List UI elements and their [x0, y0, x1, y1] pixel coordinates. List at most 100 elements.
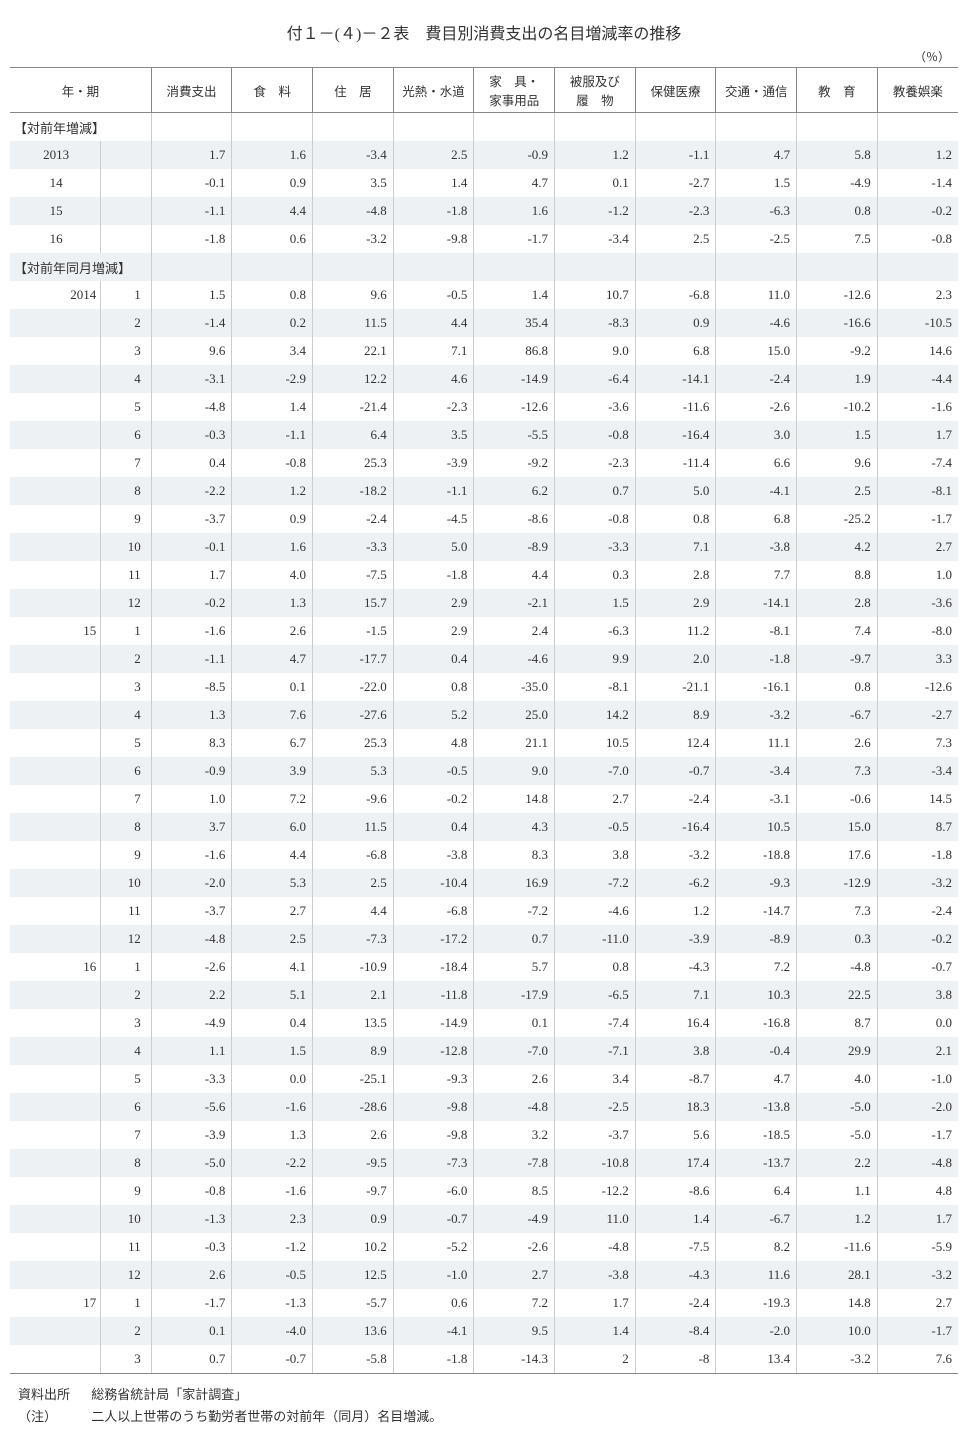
table-row: 151-1.62.6-1.52.92.4-6.311.2-8.17.4-8.0: [10, 617, 958, 645]
data-cell: 1.4: [474, 281, 555, 309]
year-cell: 15: [10, 197, 101, 225]
data-cell: -0.8: [877, 225, 958, 253]
data-cell: 14.6: [877, 337, 958, 365]
data-cell: -5.0: [797, 1093, 878, 1121]
data-cell: -7.3: [393, 1149, 474, 1177]
data-cell: 9.0: [474, 757, 555, 785]
data-cell: 16.4: [635, 1009, 716, 1037]
data-cell: 15.0: [797, 813, 878, 841]
empty-cell: [393, 113, 474, 142]
data-cell: -8.6: [474, 505, 555, 533]
data-cell: -0.5: [393, 281, 474, 309]
data-cell: -7.5: [313, 561, 394, 589]
table-row: 8-2.21.2-18.2-1.16.20.75.0-4.12.5-8.1: [10, 477, 958, 505]
data-cell: -27.6: [313, 701, 394, 729]
month-cell: 3: [101, 1345, 151, 1374]
data-cell: -1.1: [635, 141, 716, 169]
data-cell: -4.4: [877, 365, 958, 393]
year-cell: 17: [10, 1289, 101, 1317]
data-cell: -9.8: [393, 1093, 474, 1121]
table-row: 15-1.14.4-4.8-1.81.6-1.2-2.3-6.30.8-0.2: [10, 197, 958, 225]
data-cell: 2.8: [635, 561, 716, 589]
data-cell: -3.6: [877, 589, 958, 617]
empty-cell: [313, 113, 394, 142]
data-cell: -2.6: [474, 1233, 555, 1261]
data-cell: -1.8: [151, 225, 232, 253]
table-row: 83.76.011.50.44.3-0.5-16.410.515.08.7: [10, 813, 958, 841]
empty-cell: [716, 253, 797, 281]
data-cell: 7.3: [877, 729, 958, 757]
data-cell: -11.6: [635, 393, 716, 421]
month-cell: 7: [101, 1121, 151, 1149]
data-cell: 3.9: [232, 757, 313, 785]
data-cell: -3.2: [313, 225, 394, 253]
data-cell: -3.3: [555, 533, 636, 561]
year-cell: 2013: [10, 141, 101, 169]
data-cell: -18.8: [716, 841, 797, 869]
table-row: 39.63.422.17.186.89.06.815.0-9.214.6: [10, 337, 958, 365]
data-cell: 25.3: [313, 449, 394, 477]
data-cell: 7.2: [474, 1289, 555, 1317]
data-cell: -7.8: [474, 1149, 555, 1177]
data-cell: -3.4: [555, 225, 636, 253]
year-cell: [10, 1037, 101, 1065]
year-cell: 16: [10, 225, 101, 253]
data-cell: -9.5: [313, 1149, 394, 1177]
data-cell: 16.9: [474, 869, 555, 897]
data-cell: 35.4: [474, 309, 555, 337]
data-cell: 2.7: [877, 1289, 958, 1317]
data-cell: -0.8: [151, 1177, 232, 1205]
table-title: 付１－(４)－２表 費目別消費支出の名目増減率の推移: [10, 20, 958, 44]
data-cell: -9.2: [797, 337, 878, 365]
data-cell: -6.8: [393, 897, 474, 925]
data-cell: 4.7: [716, 141, 797, 169]
data-cell: 1.3: [232, 1121, 313, 1149]
data-cell: -2.9: [232, 365, 313, 393]
data-cell: -8.4: [635, 1317, 716, 1345]
table-row: 11-0.3-1.210.2-5.2-2.6-4.8-7.58.2-11.6-5…: [10, 1233, 958, 1261]
data-cell: 10.5: [716, 813, 797, 841]
data-cell: 1.1: [797, 1177, 878, 1205]
data-cell: 1.6: [232, 533, 313, 561]
month-cell: 5: [101, 1065, 151, 1093]
data-cell: 1.5: [555, 589, 636, 617]
year-cell: [10, 421, 101, 449]
data-cell: -25.1: [313, 1065, 394, 1093]
data-cell: -2.7: [635, 169, 716, 197]
data-cell: 11.0: [555, 1205, 636, 1233]
data-cell: -2.0: [716, 1317, 797, 1345]
data-cell: 8.3: [151, 729, 232, 757]
data-cell: 5.0: [393, 533, 474, 561]
table-row: 7-3.91.32.6-9.83.2-3.75.6-18.5-5.0-1.7: [10, 1121, 958, 1149]
data-cell: 8.7: [797, 1009, 878, 1037]
data-cell: 10.3: [716, 981, 797, 1009]
empty-cell: [232, 253, 313, 281]
data-cell: 11.6: [716, 1261, 797, 1289]
data-cell: -12.2: [555, 1177, 636, 1205]
data-cell: 6.6: [716, 449, 797, 477]
data-cell: 17.6: [797, 841, 878, 869]
data-cell: -2.4: [313, 505, 394, 533]
data-cell: -2.2: [232, 1149, 313, 1177]
month-cell: 7: [101, 449, 151, 477]
year-cell: [10, 1093, 101, 1121]
data-cell: -7.3: [313, 925, 394, 953]
month-cell: 11: [101, 1233, 151, 1261]
data-cell: -4.5: [393, 505, 474, 533]
data-cell: 2.1: [313, 981, 394, 1009]
data-cell: -1.7: [877, 505, 958, 533]
data-cell: -0.9: [474, 141, 555, 169]
data-cell: -6.3: [716, 197, 797, 225]
header-col-2: 住 居: [313, 68, 394, 113]
data-cell: 1.2: [232, 477, 313, 505]
data-cell: -1.5: [313, 617, 394, 645]
data-cell: -14.9: [474, 365, 555, 393]
section-label: 【対前年同月増減】: [10, 253, 151, 281]
month-cell: 2: [101, 645, 151, 673]
data-cell: 1.5: [797, 421, 878, 449]
data-cell: -1.0: [877, 1065, 958, 1093]
data-cell: -5.7: [313, 1289, 394, 1317]
data-cell: -3.2: [635, 841, 716, 869]
data-cell: 2.5: [232, 925, 313, 953]
year-cell: [10, 337, 101, 365]
